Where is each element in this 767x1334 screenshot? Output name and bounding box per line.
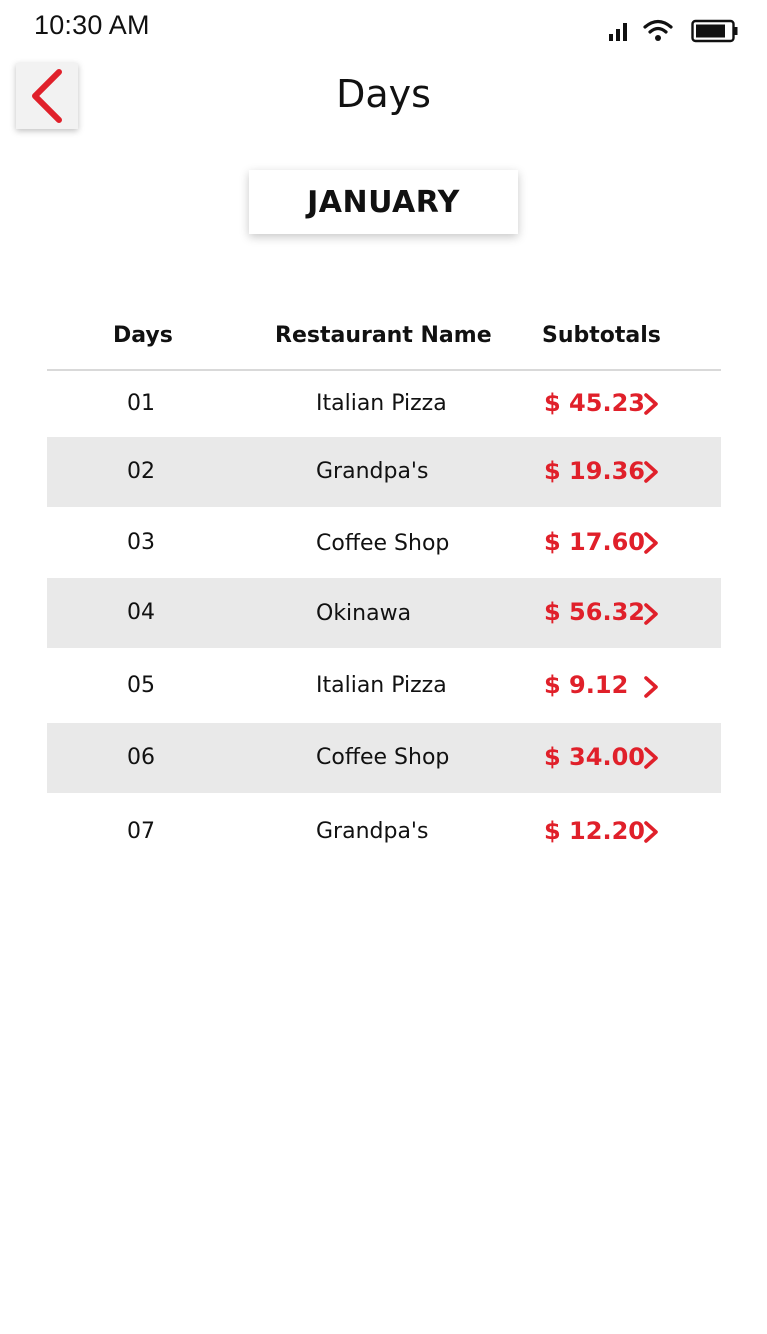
status-time: 10:30 AM (34, 10, 150, 40)
page-title: Days (336, 72, 431, 116)
days-table: Days Restaurant Name Subtotals 01 Italia… (47, 305, 721, 845)
day-cell: 03 (127, 530, 155, 555)
day-cell: 04 (127, 600, 155, 625)
chevron-right-icon (644, 532, 658, 554)
restaurant-cell: Coffee Shop (316, 531, 450, 556)
restaurant-cell: Grandpa's (316, 459, 429, 484)
table-row[interactable]: 02 Grandpa's $ 19.36 (47, 437, 721, 507)
signal-icon (609, 23, 627, 41)
subtotal-cell: $ 45.23 (544, 389, 645, 417)
chevron-right-icon (644, 821, 658, 843)
column-header-subtotals: Subtotals (542, 323, 661, 348)
subtotal-cell: $ 9.12 (544, 671, 629, 699)
subtotal-cell: $ 56.32 (544, 598, 645, 626)
day-cell: 07 (127, 819, 155, 844)
subtotal-cell: $ 12.20 (544, 817, 645, 845)
chevron-right-icon (644, 393, 658, 415)
restaurant-cell: Coffee Shop (316, 745, 450, 770)
battery-icon (691, 19, 738, 43)
status-bar: 10:30 AM (0, 0, 767, 56)
column-header-restaurant-name: Restaurant Name (275, 323, 492, 348)
chevron-right-icon (644, 461, 658, 483)
chevron-right-icon (644, 747, 658, 769)
wifi-icon (643, 19, 673, 41)
column-header-days: Days (113, 323, 173, 348)
restaurant-cell: Okinawa (316, 601, 412, 626)
table-row[interactable]: 04 Okinawa $ 56.32 (47, 578, 721, 648)
subtotal-cell: $ 17.60 (544, 528, 645, 556)
chevron-right-icon (644, 603, 658, 625)
day-cell: 01 (127, 391, 155, 416)
table-row[interactable]: 01 Italian Pizza $ 45.23 (47, 371, 721, 437)
table-row[interactable]: 07 Grandpa's $ 12.20 (47, 793, 721, 867)
restaurant-cell: Grandpa's (316, 819, 429, 844)
day-cell: 06 (127, 745, 155, 770)
table-row[interactable]: 05 Italian Pizza $ 9.12 (47, 648, 721, 723)
status-icons (607, 16, 739, 46)
restaurant-cell: Italian Pizza (316, 391, 447, 416)
subtotal-cell: $ 19.36 (544, 457, 645, 485)
restaurant-cell: Italian Pizza (316, 673, 447, 698)
day-cell: 02 (127, 459, 155, 484)
table-header: Days Restaurant Name Subtotals (47, 305, 721, 371)
month-label: JANUARY (307, 184, 460, 220)
subtotal-cell: $ 34.00 (544, 743, 645, 771)
month-selector[interactable]: JANUARY (249, 170, 518, 234)
table-row[interactable]: 06 Coffee Shop $ 34.00 (47, 723, 721, 793)
table-row[interactable]: 03 Coffee Shop $ 17.60 (47, 507, 721, 578)
chevron-right-icon (644, 676, 658, 698)
day-cell: 05 (127, 673, 155, 698)
